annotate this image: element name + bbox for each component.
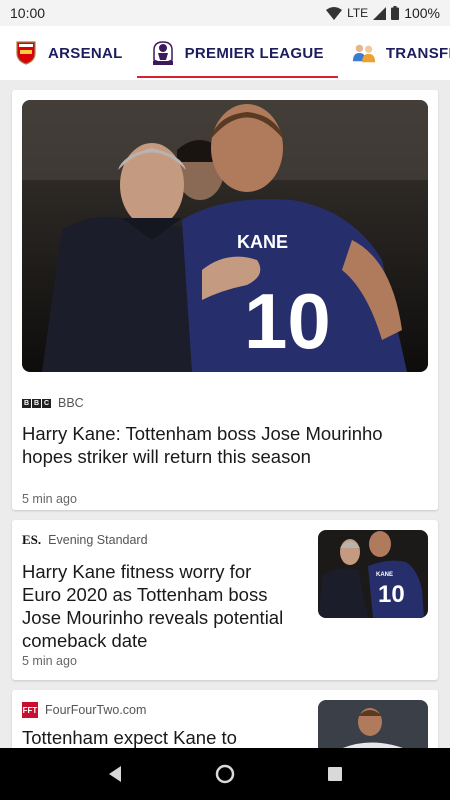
wifi-icon	[326, 6, 343, 20]
shirt-number: 10	[378, 581, 405, 608]
article-headline[interactable]: Harry Kane: Tottenham boss Jose Mourinho…	[22, 422, 428, 468]
tab-label: ARSENAL	[48, 44, 123, 62]
status-bar: 10:00 LTE 100%	[0, 0, 450, 26]
tab-label: TRANSFER	[385, 44, 450, 62]
back-triangle-icon	[109, 766, 121, 782]
tab-premier-league[interactable]: PREMIER LEAGUE	[136, 26, 339, 80]
premier-league-lion-icon	[151, 41, 175, 65]
tab-label: PREMIER LEAGUE	[184, 44, 324, 62]
article-image: KANE 10	[22, 100, 428, 372]
shirt-number: 10	[244, 277, 331, 365]
home-circle-icon	[215, 764, 235, 784]
source-name: BBC	[58, 396, 84, 410]
battery-percent: 100%	[404, 5, 440, 21]
recents-square-icon	[328, 767, 342, 781]
source-name: FourFourTwo.com	[45, 703, 147, 717]
signal-icon	[373, 6, 387, 20]
article-source: FFT FourFourTwo.com	[22, 702, 290, 718]
tab-arsenal[interactable]: ARSENAL	[0, 26, 137, 80]
status-time: 10:00	[10, 5, 46, 21]
battery-icon	[391, 6, 400, 20]
recents-button[interactable]	[315, 754, 355, 794]
fourfourtwo-logo: FFT	[22, 702, 38, 718]
article-thumbnail: KANE 10	[318, 530, 428, 618]
article-source: BBC BBC	[22, 396, 428, 410]
evening-standard-logo: ES.	[22, 532, 42, 547]
back-button[interactable]	[95, 754, 135, 794]
shirt-name: KANE	[237, 232, 288, 252]
bbc-logo-icon: BBC	[22, 398, 51, 408]
article-time: 5 min ago	[22, 654, 77, 668]
article-thumbnail	[318, 700, 428, 748]
category-tabs: ARSENAL PREMIER LEAGUE TRANSFER	[0, 26, 450, 80]
transfer-people-icon	[352, 41, 376, 65]
shirt-name: KANE	[376, 572, 393, 578]
system-nav-bar	[0, 748, 450, 800]
source-name: Evening Standard	[48, 533, 148, 547]
status-icons: LTE 100%	[326, 5, 440, 21]
article-headline[interactable]: Tottenham expect Kane to	[22, 726, 290, 748]
article-source: ES. Evening Standard	[22, 532, 290, 548]
article-time: 5 min ago	[22, 492, 77, 506]
article-card[interactable]: FFT FourFourTwo.com Tottenham expect Kan…	[12, 690, 438, 748]
network-type: LTE	[347, 6, 369, 20]
article-card[interactable]: ES. Evening Standard Harry Kane fitness …	[12, 520, 438, 680]
news-feed[interactable]: KANE 10 BBC BBC Harry Kane: Tottenham bo…	[0, 80, 450, 748]
home-button[interactable]	[205, 754, 245, 794]
tab-transfer[interactable]: TRANSFER	[338, 26, 450, 80]
article-card-featured[interactable]: KANE 10 BBC BBC Harry Kane: Tottenham bo…	[12, 90, 438, 510]
arsenal-crest-icon	[14, 41, 38, 65]
article-headline[interactable]: Harry Kane fitness worry for Euro 2020 a…	[22, 560, 290, 652]
